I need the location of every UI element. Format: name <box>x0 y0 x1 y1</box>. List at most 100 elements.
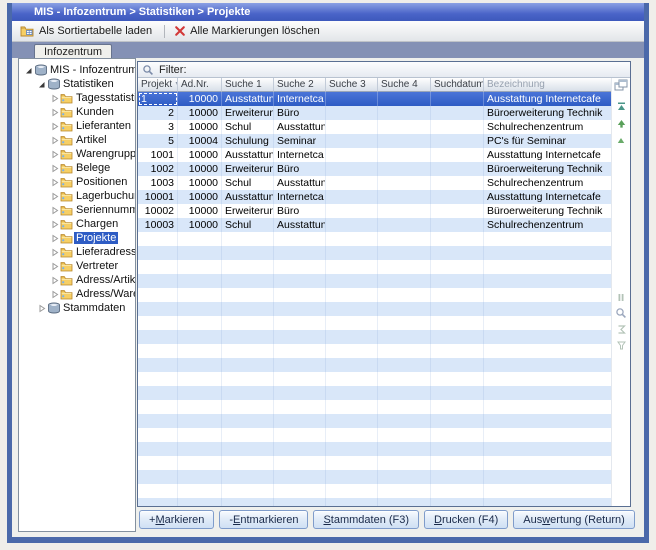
table-cell[interactable] <box>138 316 178 330</box>
expander-collapsed-icon[interactable] <box>49 262 59 271</box>
table-cell[interactable] <box>484 498 612 506</box>
table-cell[interactable] <box>222 316 274 330</box>
table-cell[interactable] <box>378 246 431 260</box>
expander-collapsed-icon[interactable] <box>49 290 59 299</box>
table-cell[interactable] <box>178 274 222 288</box>
arrow-up-small-icon[interactable] <box>612 133 630 147</box>
table-cell[interactable]: Büroerweiterung Technik <box>484 106 612 120</box>
expander-expanded-icon[interactable] <box>36 80 46 89</box>
expander-collapsed-icon[interactable] <box>49 164 59 173</box>
table-cell[interactable] <box>222 400 274 414</box>
table-cell[interactable] <box>484 386 612 400</box>
table-cell[interactable]: 10000 <box>178 120 222 134</box>
table-cell[interactable] <box>178 232 222 246</box>
table-cell[interactable] <box>222 302 274 316</box>
tree-item-positionen[interactable]: Positionen <box>19 175 135 189</box>
table-cell[interactable] <box>178 288 222 302</box>
table-cell[interactable] <box>431 204 484 218</box>
tree-item-adress-artikel[interactable]: Adress/Artikel <box>19 273 135 287</box>
tree-item-belege[interactable]: Belege <box>19 161 135 175</box>
table-cell[interactable]: Erweiterun <box>222 204 274 218</box>
table-cell[interactable] <box>484 442 612 456</box>
table-cell[interactable] <box>378 302 431 316</box>
table-cell[interactable] <box>326 106 378 120</box>
table-cell[interactable] <box>484 246 612 260</box>
table-cell[interactable]: 1002 <box>138 162 178 176</box>
table-cell[interactable] <box>222 358 274 372</box>
tree-item-vertreter[interactable]: Vertreter <box>19 259 135 273</box>
column-header-bezeichnung[interactable]: Bezeichnung <box>484 78 612 92</box>
table-cell[interactable] <box>378 372 431 386</box>
table-cell[interactable] <box>138 442 178 456</box>
table-cell[interactable] <box>178 260 222 274</box>
tree-item-projekte[interactable]: Projekte <box>19 231 135 245</box>
table-cell[interactable] <box>431 442 484 456</box>
load-sort-table-button[interactable]: Als Sortiertabelle laden <box>17 24 158 38</box>
table-cell[interactable] <box>222 414 274 428</box>
table-row-empty[interactable] <box>138 484 612 498</box>
markieren-button[interactable]: + Markieren <box>139 510 214 529</box>
table-cell[interactable] <box>378 358 431 372</box>
table-cell[interactable] <box>431 330 484 344</box>
table-cell[interactable] <box>178 330 222 344</box>
table-cell[interactable] <box>274 386 326 400</box>
column-header-suche-2[interactable]: Suche 2 <box>274 78 326 92</box>
table-cell[interactable]: Schulrechenzentrum <box>484 120 612 134</box>
table-cell[interactable] <box>222 344 274 358</box>
table-row[interactable]: 100110000AusstattunInternetcaAusstattung… <box>138 148 612 162</box>
table-row[interactable]: 1000310000SchulAusstattunSchulrechenzent… <box>138 218 612 232</box>
table-row-empty[interactable] <box>138 274 612 288</box>
table-row-empty[interactable] <box>138 372 612 386</box>
table-row-empty[interactable] <box>138 316 612 330</box>
table-cell[interactable] <box>222 484 274 498</box>
table-cell[interactable] <box>484 274 612 288</box>
table-cell[interactable] <box>326 260 378 274</box>
table-cell[interactable] <box>431 456 484 470</box>
table-cell[interactable]: 10000 <box>178 176 222 190</box>
table-cell[interactable]: Schulrechenzentrum <box>484 176 612 190</box>
table-cell[interactable] <box>326 218 378 232</box>
table-cell[interactable] <box>274 372 326 386</box>
table-cell[interactable]: 10000 <box>178 162 222 176</box>
table-cell[interactable] <box>378 274 431 288</box>
table-cell[interactable] <box>178 246 222 260</box>
table-cell[interactable] <box>431 92 484 106</box>
table-row[interactable]: 1000110000AusstattunInternetcaAusstattun… <box>138 190 612 204</box>
table-cell[interactable] <box>378 344 431 358</box>
table-cell[interactable] <box>378 498 431 506</box>
table-cell[interactable] <box>326 316 378 330</box>
table-cell[interactable] <box>326 92 378 106</box>
table-cell[interactable] <box>484 302 612 316</box>
table-cell[interactable] <box>378 148 431 162</box>
tree-item-lieferadressen[interactable]: Lieferadressen <box>19 245 135 259</box>
table-cell[interactable]: 5 <box>138 134 178 148</box>
table-cell[interactable] <box>431 246 484 260</box>
table-cell[interactable] <box>178 498 222 506</box>
table-row-empty[interactable] <box>138 386 612 400</box>
table-cell[interactable]: Ausstattun <box>274 218 326 232</box>
table-row[interactable]: 100210000ErweiterunBüroBüroerweiterung T… <box>138 162 612 176</box>
tree-item-mis-infozentrum[interactable]: MIS - Infozentrum <box>19 63 135 77</box>
table-row[interactable]: 310000SchulAusstattunSchulrechenzentrum <box>138 120 612 134</box>
expander-collapsed-icon[interactable] <box>49 178 59 187</box>
table-cell[interactable] <box>431 484 484 498</box>
expander-collapsed-icon[interactable] <box>49 108 59 117</box>
table-cell[interactable] <box>484 288 612 302</box>
table-cell[interactable] <box>431 344 484 358</box>
table-cell[interactable] <box>378 470 431 484</box>
table-cell[interactable] <box>431 274 484 288</box>
table-cell[interactable] <box>138 386 178 400</box>
tree-item-lagerbuchungen[interactable]: Lagerbuchungen <box>19 189 135 203</box>
table-cell[interactable] <box>274 288 326 302</box>
table-cell[interactable] <box>222 246 274 260</box>
table-cell[interactable] <box>274 498 326 506</box>
table-cell[interactable]: 10000 <box>178 204 222 218</box>
column-header-suche-3[interactable]: Suche 3 <box>326 78 378 92</box>
table-cell[interactable] <box>178 470 222 484</box>
table-cell[interactable] <box>138 344 178 358</box>
table-cell[interactable] <box>274 344 326 358</box>
table-cell[interactable]: 10002 <box>138 204 178 218</box>
table-row-empty[interactable] <box>138 302 612 316</box>
table-cell[interactable]: 1 <box>138 92 178 106</box>
entmarkieren-button[interactable]: - Entmarkieren <box>219 510 308 529</box>
